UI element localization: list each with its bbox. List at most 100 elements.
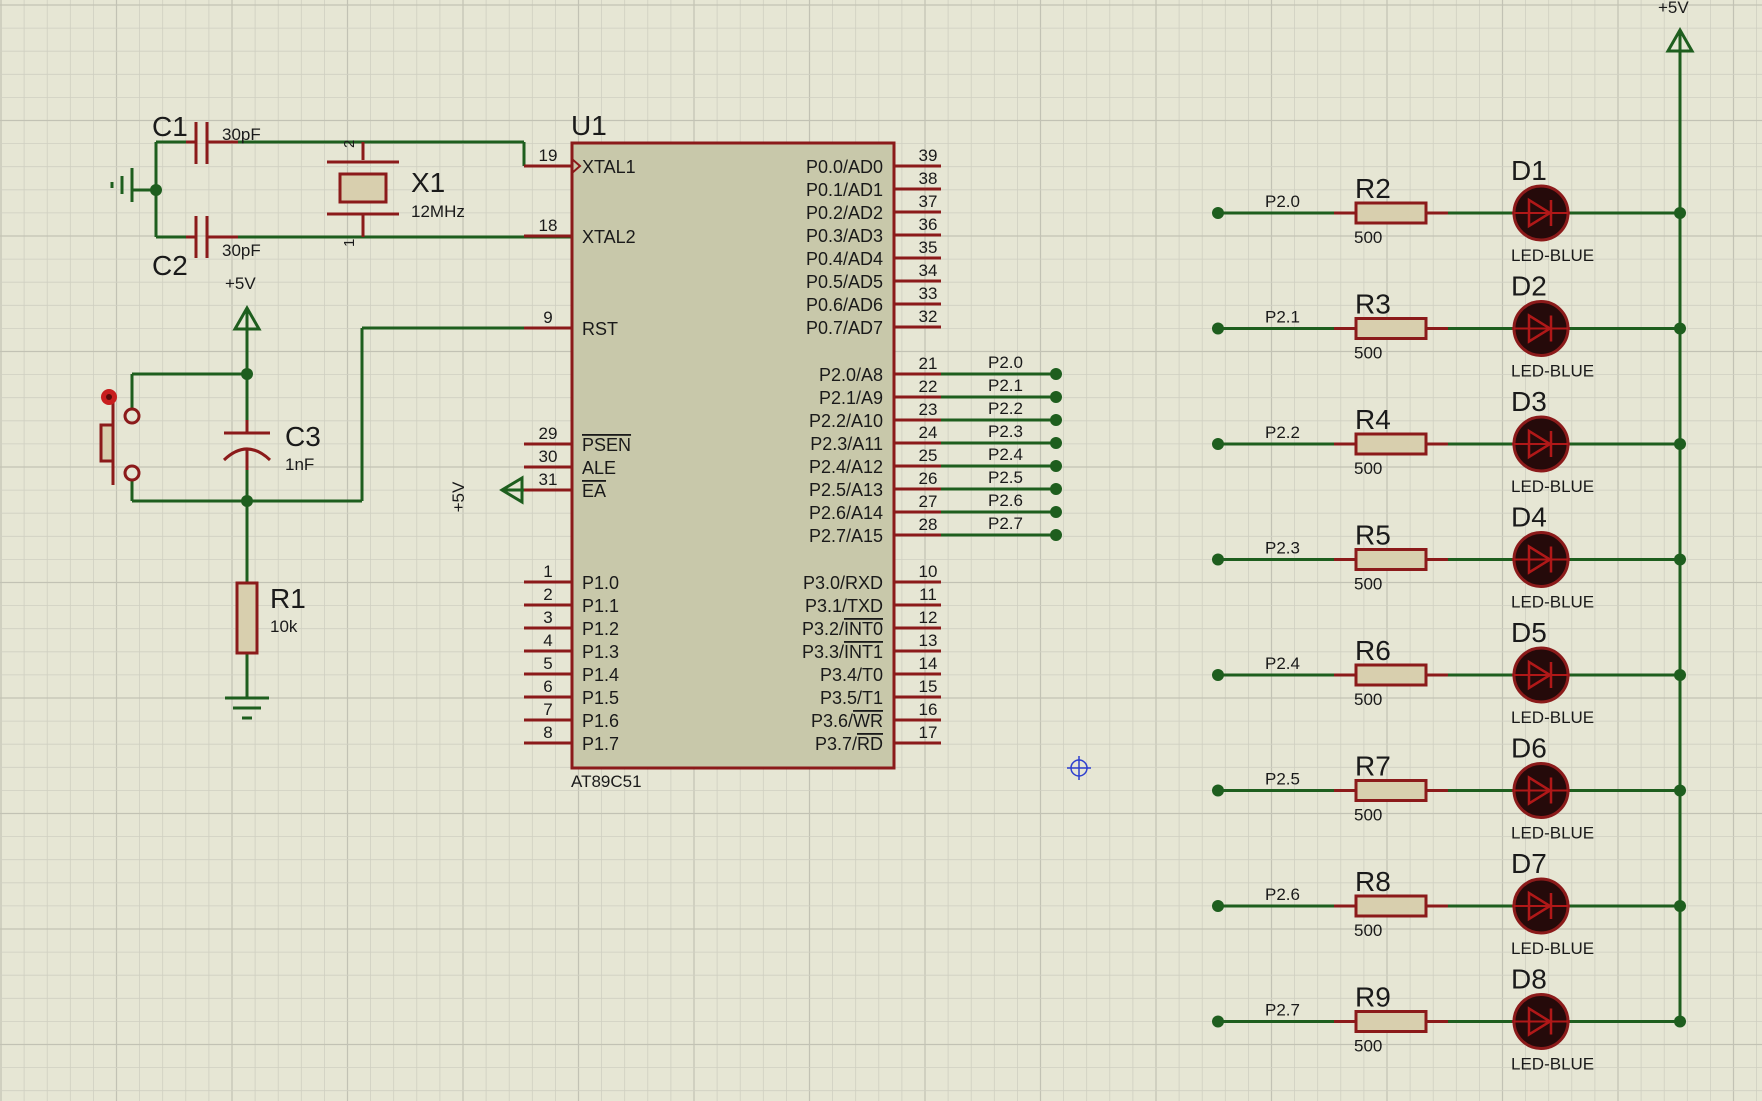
net-label: P2.7 [988,514,1023,533]
pin-name: P0.5/AD5 [806,272,883,292]
pin-number: 30 [539,447,558,466]
net-terminal-dot[interactable] [1212,553,1224,566]
resistor-value: 500 [1354,690,1382,709]
pin-number: 39 [919,146,938,165]
crystal-ref: X1 [411,167,445,198]
pin-name: RST [582,319,618,339]
pin-number: 18 [539,216,558,235]
pin-number: 11 [919,585,937,604]
net-terminal-dot[interactable] [1212,207,1224,219]
net-terminal-dot [1050,483,1062,495]
led-type: LED-BLUE [1511,939,1594,958]
pin-name: P3.4/T0 [820,665,883,685]
pin-name: P3.2/INT0 [802,619,883,639]
pin-name: P2.5/A13 [809,480,883,500]
led-type: LED-BLUE [1511,246,1594,265]
net-terminal-dot[interactable] [1212,784,1224,797]
net-label: P2.4 [988,445,1023,464]
net-terminal-dot[interactable] [1212,669,1224,681]
pin-name: XTAL2 [582,227,636,247]
resistor-ref: R2 [1355,173,1391,204]
pin-name: P2.7/A15 [809,526,883,546]
pin-number: 15 [919,677,938,696]
junction-dot [241,495,253,507]
net-label: P2.5 [988,468,1023,487]
mcu-part: AT89C51 [571,772,642,791]
pin-number: 8 [543,723,552,742]
c2-ref: C2 [152,250,188,281]
led-ref: D4 [1511,502,1547,533]
pin-name: P3.3/INT1 [802,642,883,662]
pin-number: 13 [919,631,938,650]
resistor-ref: R9 [1355,982,1391,1013]
pin-name: P0.6/AD6 [806,295,883,315]
c3-value: 1nF [285,455,314,474]
net-terminal-dot [1050,414,1062,426]
resistor-value: 500 [1354,344,1382,363]
junction-dot [1674,1015,1686,1028]
pin-name: PSEN [582,435,631,455]
pin-number: 29 [539,424,558,443]
net-terminal-dot[interactable] [1212,1015,1224,1028]
pin-name: P3.1/TXD [805,596,883,616]
net-terminal-dot [1050,460,1062,472]
net-label: P2.6 [988,491,1023,510]
net-terminal-dot [1050,529,1062,541]
pin-number: 36 [919,215,938,234]
pin-number: 28 [919,515,938,534]
pin-number: 9 [543,308,552,327]
net-label: P2.1 [1265,308,1300,327]
led-ref: D2 [1511,271,1547,302]
led-type: LED-BLUE [1511,1055,1594,1074]
r1-ref: R1 [270,583,306,614]
pin-name: P1.7 [582,734,619,754]
pin-name: P0.1/AD1 [806,180,883,200]
led-type: LED-BLUE [1511,477,1594,496]
pin-name: P0.2/AD2 [806,203,883,223]
pin-number: 26 [919,469,938,488]
net-terminal-dot[interactable] [1212,438,1224,450]
junction-dot [1674,207,1686,219]
pin-name: P2.0/A8 [819,365,883,385]
mcu-ref: U1 [571,110,607,141]
pin-name: P1.4 [582,665,619,685]
pin-number: 10 [919,562,938,581]
net-label: P2.0 [1265,192,1300,211]
pin-number: 24 [919,423,938,442]
pin-name: P2.4/A12 [809,457,883,477]
led-type: LED-BLUE [1511,708,1594,727]
junction-dot [241,368,253,380]
pin-number: 2 [543,585,552,604]
power-label-ea: +5V [449,481,468,512]
net-label: P2.6 [1265,885,1300,904]
resistor-ref: R3 [1355,289,1391,320]
led-ref: D1 [1511,155,1547,186]
net-label: P2.3 [1265,539,1300,558]
pin-name: P3.7/RD [815,734,883,754]
schematic-canvas[interactable]: C1 30pF C2 30pF 2 1 X1 12MHz +5V C3 1nF … [0,0,1762,1101]
c2-value: 30pF [222,241,261,260]
pin-name: P3.5/T1 [820,688,883,708]
pin-name: P2.3/A11 [810,434,883,454]
pin-number: 4 [543,631,552,650]
power-label-reset: +5V [225,274,256,293]
pin-number: 17 [919,723,938,742]
pin-number: 7 [543,700,552,719]
net-label: P2.2 [1265,423,1300,442]
net-terminal-dot [1050,437,1062,449]
net-terminal-dot [1050,391,1062,403]
crystal-pin-1: 1 [341,239,358,247]
pin-number: 27 [919,492,938,511]
net-terminal-dot[interactable] [1212,900,1224,912]
junction-dot [1674,438,1686,450]
resistor-ref: R7 [1355,751,1391,782]
junction-dot [1674,322,1686,335]
pin-number: 22 [919,377,938,396]
pin-name: P1.3 [582,642,619,662]
net-terminal-dot[interactable] [1212,322,1224,335]
resistor-ref: R4 [1355,404,1391,435]
pin-number: 12 [919,608,938,627]
pin-number: 6 [543,677,552,696]
pin-number: 32 [919,307,938,326]
c1-ref: C1 [152,111,188,142]
